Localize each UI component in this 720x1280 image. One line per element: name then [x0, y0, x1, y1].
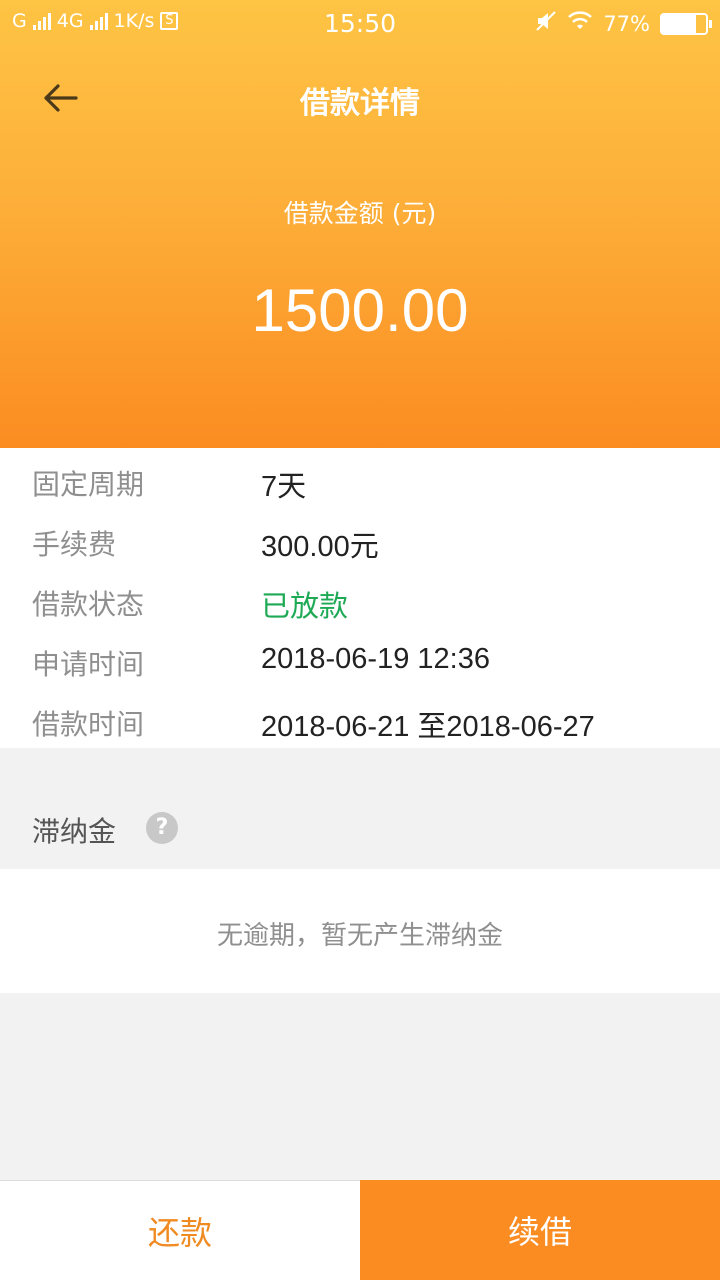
bottom-actions: 还款 续借 [0, 1180, 720, 1280]
help-icon[interactable]: ? [146, 812, 178, 844]
battery-fill [662, 14, 696, 33]
detail-label: 借款时间 [32, 708, 145, 741]
page-title: 借款详情 [300, 86, 420, 121]
mute-icon [535, 10, 557, 37]
loan-details: 固定周期 7天 手续费 300.00元 借款状态 已放款 申请时间 2018-0… [0, 448, 720, 748]
late-fee-message: 无逾期，暂无产生滞纳金 [216, 921, 503, 951]
status-bar: G 4G 1K/s S 15:50 77% [0, 0, 720, 52]
detail-value: 2018-06-21 至2018-06-27 [261, 711, 595, 743]
status-right: 77% [535, 10, 712, 37]
detail-row-apply-time: 申请时间 2018-06-19 12:36 [0, 630, 720, 690]
late-fee-panel: 无逾期，暂无产生滞纳金 [0, 869, 720, 993]
detail-row-status: 借款状态 已放款 [0, 570, 720, 630]
detail-label: 借款状态 [32, 588, 145, 621]
status-value: 已放款 [261, 591, 349, 623]
amount-label: 借款金额 (元) [283, 199, 437, 228]
detail-value: 300.00元 [261, 531, 379, 563]
detail-value: 7天 [261, 471, 307, 503]
detail-label: 申请时间 [32, 648, 145, 681]
late-fee-label: 滞纳金 [32, 815, 117, 848]
detail-row-fee: 手续费 300.00元 [0, 510, 720, 570]
detail-row-period: 固定周期 7天 [0, 450, 720, 510]
detail-label: 手续费 [32, 528, 117, 561]
wifi-icon [567, 11, 593, 36]
header-background: G 4G 1K/s S 15:50 77% 借款详情 借款金额 (元) 1500… [0, 0, 720, 448]
battery-percent: 77% [603, 11, 650, 36]
late-fee-header: 滞纳金 ? [0, 790, 720, 868]
detail-row-loan-time: 借款时间 2018-06-21 至2018-06-27 [0, 690, 720, 750]
battery-icon [660, 12, 712, 35]
renew-button[interactable]: 续借 [360, 1180, 720, 1280]
detail-label: 固定周期 [32, 468, 145, 501]
loan-amount: 1500.00 [251, 277, 469, 344]
repay-button[interactable]: 还款 [0, 1180, 360, 1280]
detail-value: 2018-06-19 12:36 [261, 643, 490, 675]
